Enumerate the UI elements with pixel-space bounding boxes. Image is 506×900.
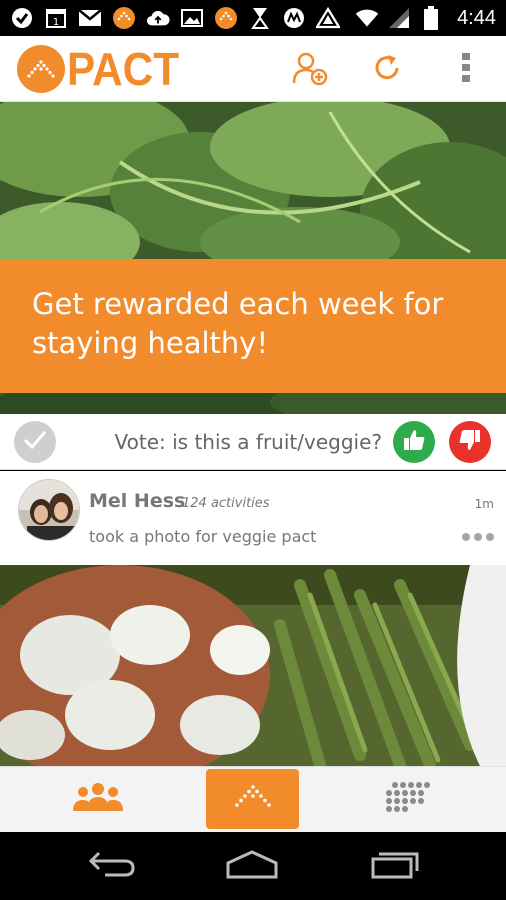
home-icon (224, 849, 280, 884)
post-author[interactable]: Mel Hess (89, 490, 185, 512)
system-nav-bar (0, 832, 506, 900)
checkmark-icon (23, 430, 47, 455)
calendar-day: 1 (53, 17, 59, 28)
notification-icons: 1 (10, 6, 340, 30)
post-description: took a photo for veggie pact (89, 527, 317, 546)
friends-icon (71, 781, 125, 818)
pact-logo-text: PACT (67, 42, 180, 95)
bug-icon (248, 6, 272, 30)
post-activity-count: 124 activities (182, 496, 270, 511)
refresh-icon (370, 51, 404, 90)
overflow-menu-icon (461, 52, 471, 89)
status-clock: 4:44 (457, 6, 496, 29)
wifi-icon (355, 6, 379, 30)
pact-logo-icon (17, 44, 65, 93)
calendar-icon: 1 (44, 6, 68, 30)
system-recents-button[interactable] (365, 846, 425, 886)
nav-friends[interactable] (52, 769, 144, 829)
battery-icon (419, 6, 443, 30)
overflow-menu-button[interactable] (444, 48, 488, 92)
recents-icon (369, 849, 421, 884)
vote-up-button[interactable] (393, 421, 435, 463)
triangle-app-icon (316, 6, 340, 30)
pushbullet-icon (10, 6, 34, 30)
vote-down-button[interactable] (449, 421, 491, 463)
promo-banner: Get rewarded each week for staying healt… (0, 259, 506, 393)
vote-question: Vote: is this a fruit/veggie? (114, 430, 383, 454)
gmail-icon (78, 6, 102, 30)
hero-image: Get rewarded each week for staying healt… (0, 102, 506, 414)
back-icon (87, 849, 137, 884)
refresh-button[interactable] (365, 48, 409, 92)
add-friend-icon (292, 50, 330, 91)
thumbs-up-icon (402, 428, 426, 457)
image-icon (180, 6, 204, 30)
signal-icon (387, 6, 411, 30)
pact-notification-icon (112, 6, 136, 30)
grid-icon (383, 781, 433, 818)
post-more-button[interactable] (458, 527, 498, 547)
pact-home-icon (233, 784, 273, 815)
bottom-nav (0, 766, 506, 832)
motorola-icon (282, 6, 306, 30)
more-dot (462, 533, 470, 541)
more-dot (486, 533, 494, 541)
nav-grid[interactable] (362, 769, 454, 829)
pact-logo: PACT (17, 42, 189, 95)
activity-post[interactable]: Mel Hess 124 activities 1m took a photo … (0, 471, 506, 565)
app-header: PACT (0, 36, 506, 102)
system-status-icons: 4:44 (355, 6, 496, 30)
thumbs-down-icon (458, 428, 482, 457)
post-timestamp: 1m (474, 497, 494, 511)
system-back-button[interactable] (82, 846, 142, 886)
status-bar: 1 4:44 (0, 0, 506, 36)
nav-pact-home[interactable] (206, 769, 299, 829)
vegetables-photo (0, 565, 506, 766)
add-friend-button[interactable] (289, 48, 333, 92)
promo-banner-text: Get rewarded each week for staying healt… (32, 287, 444, 360)
pact-notification-icon (214, 6, 238, 30)
system-home-button[interactable] (222, 846, 282, 886)
cloud-upload-icon (146, 6, 170, 30)
vote-bar: Vote: is this a fruit/veggie? (0, 414, 506, 470)
post-photo[interactable] (0, 565, 506, 766)
more-dot (474, 533, 482, 541)
avatar[interactable] (18, 479, 80, 541)
verify-button[interactable] (14, 421, 56, 463)
